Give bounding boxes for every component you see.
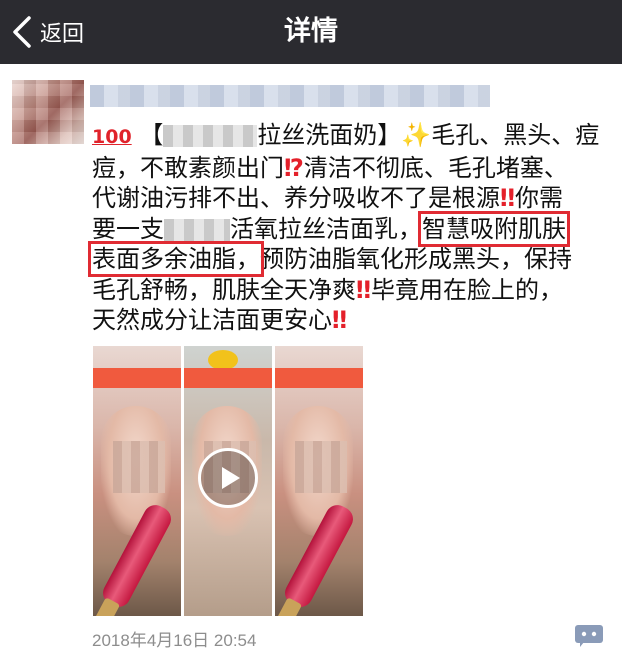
post-text-segment: 痘，不敢素颜出门: [92, 153, 284, 182]
post-text-segment: 拉丝洗面奶】: [257, 121, 402, 149]
post-line: 毛孔舒畅，肌肤全天净爽‼毕竟用在脸上的，: [92, 275, 612, 306]
play-button[interactable]: [198, 448, 258, 508]
post-text-segment: 你需: [515, 184, 564, 212]
video-thumbnail[interactable]: [93, 346, 363, 616]
duck-sticker: [208, 350, 238, 370]
post-text-segment: 【: [139, 121, 164, 149]
redacted-brand: [164, 218, 230, 241]
page-title: 详情: [284, 16, 338, 47]
highlighted-phrase: 表面多余油脂，: [88, 241, 264, 277]
post-body: 100 【 拉丝洗面奶】✨毛孔、黑头、痘 痘，不敢素颜出门⁉清洁不彻底、毛孔堵塞、…: [88, 120, 612, 336]
double-exclamation-icon: ‼: [500, 184, 516, 212]
post-line: 代谢油污排不出、养分吸收不了是根源‼你需: [92, 183, 612, 214]
play-icon: [221, 467, 240, 489]
avatar[interactable]: [12, 80, 84, 144]
double-exclamation-icon: ‼: [332, 306, 348, 334]
post-text-segment: 天然成分让洁面更安心: [92, 306, 332, 334]
exclamation-question-icon: ⁉: [284, 153, 304, 182]
post-text-segment: 活氧拉丝洁面乳，: [230, 214, 422, 243]
post-line: 天然成分让洁面更安心‼: [92, 305, 612, 336]
video-frame: [275, 346, 363, 616]
double-exclamation-icon: ‼: [356, 275, 372, 304]
video-frame: [93, 346, 181, 616]
post-text-segment: 清洁不彻底、毛孔堵塞、: [303, 153, 568, 182]
post-text-segment: 毛孔舒畅，肌肤全天净爽: [92, 275, 356, 304]
post-text-segment: 毕竟用在脸上的，: [371, 275, 564, 304]
post-line: 100 【 拉丝洗面奶】✨毛孔、黑头、痘: [92, 120, 612, 153]
redacted-brand: [163, 125, 258, 147]
post-line: 要一支 活氧拉丝洁面乳，智慧吸附肌肤: [92, 210, 612, 247]
hundred-points-icon: 100: [92, 126, 132, 148]
post-timestamp: 2018年4月16日 20:54: [92, 631, 257, 650]
post-text-segment: 要一支: [92, 214, 164, 243]
comment-icon: [575, 625, 603, 647]
post-text-segment: 预防油脂氧化形成黑头，保持: [260, 245, 572, 273]
sparkles-icon: ✨: [401, 121, 432, 149]
post-line: 表面多余油脂，预防油脂氧化形成黑头，保持: [88, 241, 612, 277]
nav-bar: 返回 详情: [0, 0, 622, 64]
comment-button[interactable]: [574, 623, 604, 647]
post-line: 痘，不敢素颜出门⁉清洁不彻底、毛孔堵塞、: [92, 153, 612, 184]
post-text-segment: 毛孔、黑头、痘: [431, 121, 600, 149]
highlighted-phrase: 智慧吸附肌肤: [418, 210, 570, 247]
post-text-segment: 代谢油污排不出、养分吸收不了是根源: [92, 184, 500, 212]
username-redacted[interactable]: [90, 85, 490, 107]
